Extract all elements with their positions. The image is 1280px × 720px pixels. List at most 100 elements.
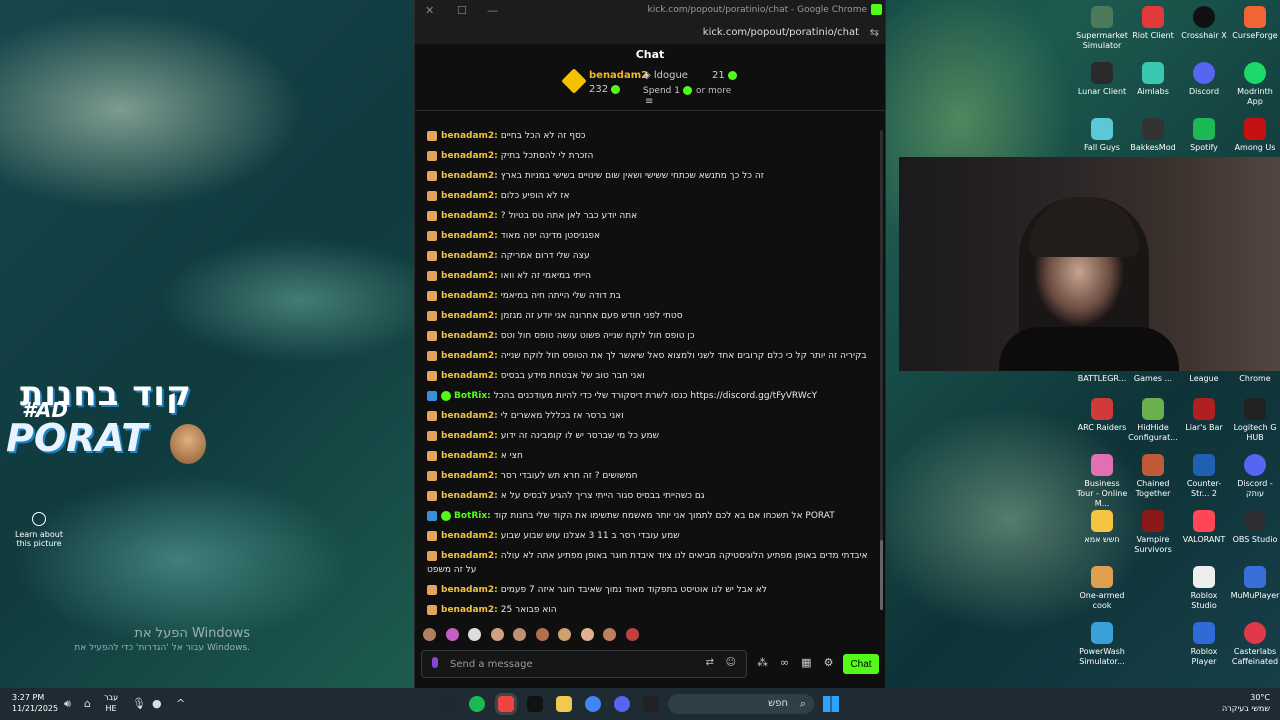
chat-username[interactable]: benadam2: [441, 191, 498, 201]
desktop-icon[interactable]: Chained Together [1127, 454, 1179, 499]
desktop-icon[interactable]: Spotify [1178, 118, 1230, 153]
desktop-icon[interactable]: BakkesMod [1127, 118, 1179, 153]
discord-icon[interactable] [614, 696, 630, 712]
desktop-icon[interactable]: Lunar Client [1076, 62, 1128, 97]
emote-icon[interactable] [558, 628, 571, 641]
address-bar[interactable]: kick.com/popout/poratinio/chat ⇆ [415, 22, 885, 44]
terminal-icon[interactable] [643, 696, 659, 712]
emote-icon[interactable] [535, 628, 549, 641]
chat-username[interactable]: BotRix: [454, 391, 491, 401]
language-indicator[interactable]: עבר HE [104, 692, 118, 714]
emote-icon[interactable] [513, 628, 526, 641]
site-settings-icon[interactable]: ⇆ [870, 26, 879, 39]
chat-username[interactable]: benadam2: [441, 411, 498, 421]
desktop-icon[interactable]: Roblox Player [1178, 622, 1230, 667]
windows-start-icon[interactable] [823, 696, 839, 712]
desktop-icon[interactable]: Vampire Survivors [1127, 510, 1179, 555]
desktop-icon[interactable]: חשש אמא [1076, 510, 1128, 545]
mic-icon[interactable]: 🎙︎ [132, 697, 146, 710]
desktop-icon[interactable]: Fall Guys [1076, 118, 1128, 153]
collapse-icon[interactable]: ≡ [645, 96, 653, 107]
translate-icon[interactable]: ⇄ [706, 657, 714, 668]
microphone-icon[interactable] [432, 657, 438, 668]
chat-username[interactable]: benadam2: [441, 271, 498, 281]
chat-username[interactable]: benadam2: [441, 371, 498, 381]
chat-username[interactable]: benadam2: [441, 331, 498, 341]
desktop-icon[interactable]: Crosshair X [1178, 6, 1230, 41]
chat-username[interactable]: benadam2: [441, 291, 498, 301]
emote-icon[interactable] [580, 628, 594, 641]
store-icon[interactable]: ▦ [801, 656, 811, 669]
app-tray-icon[interactable]: ● [152, 697, 162, 710]
chat-username[interactable]: benadam2: [441, 131, 498, 141]
chat-username[interactable]: benadam2: [441, 211, 498, 221]
desktop-icon[interactable]: League [1178, 374, 1230, 384]
chat-username[interactable]: benadam2: [441, 491, 498, 501]
desktop-icon[interactable]: Aimlabs [1127, 62, 1179, 97]
chat-username[interactable]: benadam2: [441, 531, 498, 541]
desktop-icon[interactable]: BATTLEGR... [1076, 374, 1128, 384]
spotify-icon[interactable] [469, 696, 485, 712]
chat-scrollbar[interactable] [880, 130, 883, 610]
chat-username[interactable]: benadam2: [441, 311, 498, 321]
chat-username[interactable]: benadam2: [441, 585, 498, 595]
chat-username[interactable]: benadam2: [441, 451, 498, 461]
desktop-icon[interactable]: OBS Studio [1229, 510, 1280, 545]
chat-username[interactable]: benadam2: [441, 551, 498, 561]
chrome-icon[interactable] [585, 696, 601, 712]
send-chat-button[interactable]: Chat [843, 654, 879, 674]
desktop-icon[interactable]: Business Tour - Online M... [1076, 454, 1128, 509]
desktop-icon[interactable]: Casterlabs Caffeinated [1229, 622, 1280, 667]
chat-username[interactable]: BotRix: [454, 511, 491, 521]
desktop-icon[interactable]: Among Us [1229, 118, 1280, 153]
gear-icon[interactable]: ⚙ [824, 656, 834, 669]
leader-second-user[interactable]: ◈ ldogue [643, 70, 688, 81]
emote-icon[interactable] [423, 628, 436, 641]
close-icon[interactable]: ✕ [425, 4, 434, 17]
network-icon[interactable]: ⌂ [84, 697, 91, 710]
app-icon[interactable] [498, 696, 514, 712]
chat-username[interactable]: benadam2: [441, 351, 498, 361]
leader-first-user[interactable]: benadam2 [589, 70, 648, 81]
desktop-icon[interactable]: Roblox Studio [1178, 566, 1230, 611]
clock[interactable]: 3:27 PM 11/21/2025 [12, 692, 58, 714]
learn-about-picture[interactable]: Learn about this picture [14, 512, 64, 548]
chat-username[interactable]: benadam2: [441, 171, 498, 181]
desktop-icon[interactable]: Modrinth App [1229, 62, 1280, 107]
desktop-icon[interactable]: Counter-Str... 2 [1178, 454, 1230, 499]
minimize-icon[interactable]: — [487, 4, 498, 17]
chevron-up-icon[interactable]: ^ [176, 697, 185, 710]
chat-username[interactable]: benadam2: [441, 431, 498, 441]
taskbar-search[interactable]: חפש ⌕ [668, 694, 814, 714]
file-explorer-icon[interactable] [556, 696, 572, 712]
desktop-icon[interactable]: VALORANT [1178, 510, 1230, 545]
steam-icon[interactable] [440, 696, 456, 712]
maximize-icon[interactable]: ☐ [457, 4, 467, 17]
obs-icon[interactable] [527, 696, 543, 712]
emoji-icon[interactable]: ☺ [726, 657, 736, 668]
emote-icon[interactable] [625, 628, 639, 641]
spend-prompt[interactable]: Spend 1 or more [643, 86, 731, 96]
desktop-icon[interactable]: Riot Client [1127, 6, 1179, 41]
link-icon[interactable]: ∞ [780, 656, 789, 669]
emote-icon[interactable] [445, 628, 459, 641]
desktop-icon[interactable]: Discord - עותק [1229, 454, 1280, 499]
desktop-icon[interactable]: One-armed cook [1076, 566, 1128, 611]
volume-icon[interactable]: 🔊︎ [64, 697, 71, 711]
chat-username[interactable]: benadam2: [441, 605, 498, 615]
desktop-icon[interactable]: PowerWash Simulator... [1076, 622, 1128, 667]
desktop-icon[interactable]: Logitech G HUB [1229, 398, 1280, 443]
desktop-icon[interactable]: ARC Raiders [1076, 398, 1128, 433]
chat-username[interactable]: benadam2: [441, 231, 498, 241]
points-icon[interactable]: ⁂ [757, 656, 768, 669]
desktop-icon[interactable]: CurseForge [1229, 6, 1280, 41]
scroll-thumb[interactable] [880, 540, 883, 610]
message-input-box[interactable]: ⇄ ☺ [421, 650, 747, 678]
desktop-icon[interactable]: Supermarket Simulator [1076, 6, 1128, 51]
chat-username[interactable]: benadam2: [441, 151, 498, 161]
desktop-icon[interactable]: MuMuPlayer [1229, 566, 1280, 601]
emote-icon[interactable] [468, 628, 481, 641]
desktop-icon[interactable]: Chrome [1229, 374, 1280, 384]
desktop-icon[interactable]: Liar's Bar [1178, 398, 1230, 433]
chat-username[interactable]: benadam2: [441, 251, 498, 261]
